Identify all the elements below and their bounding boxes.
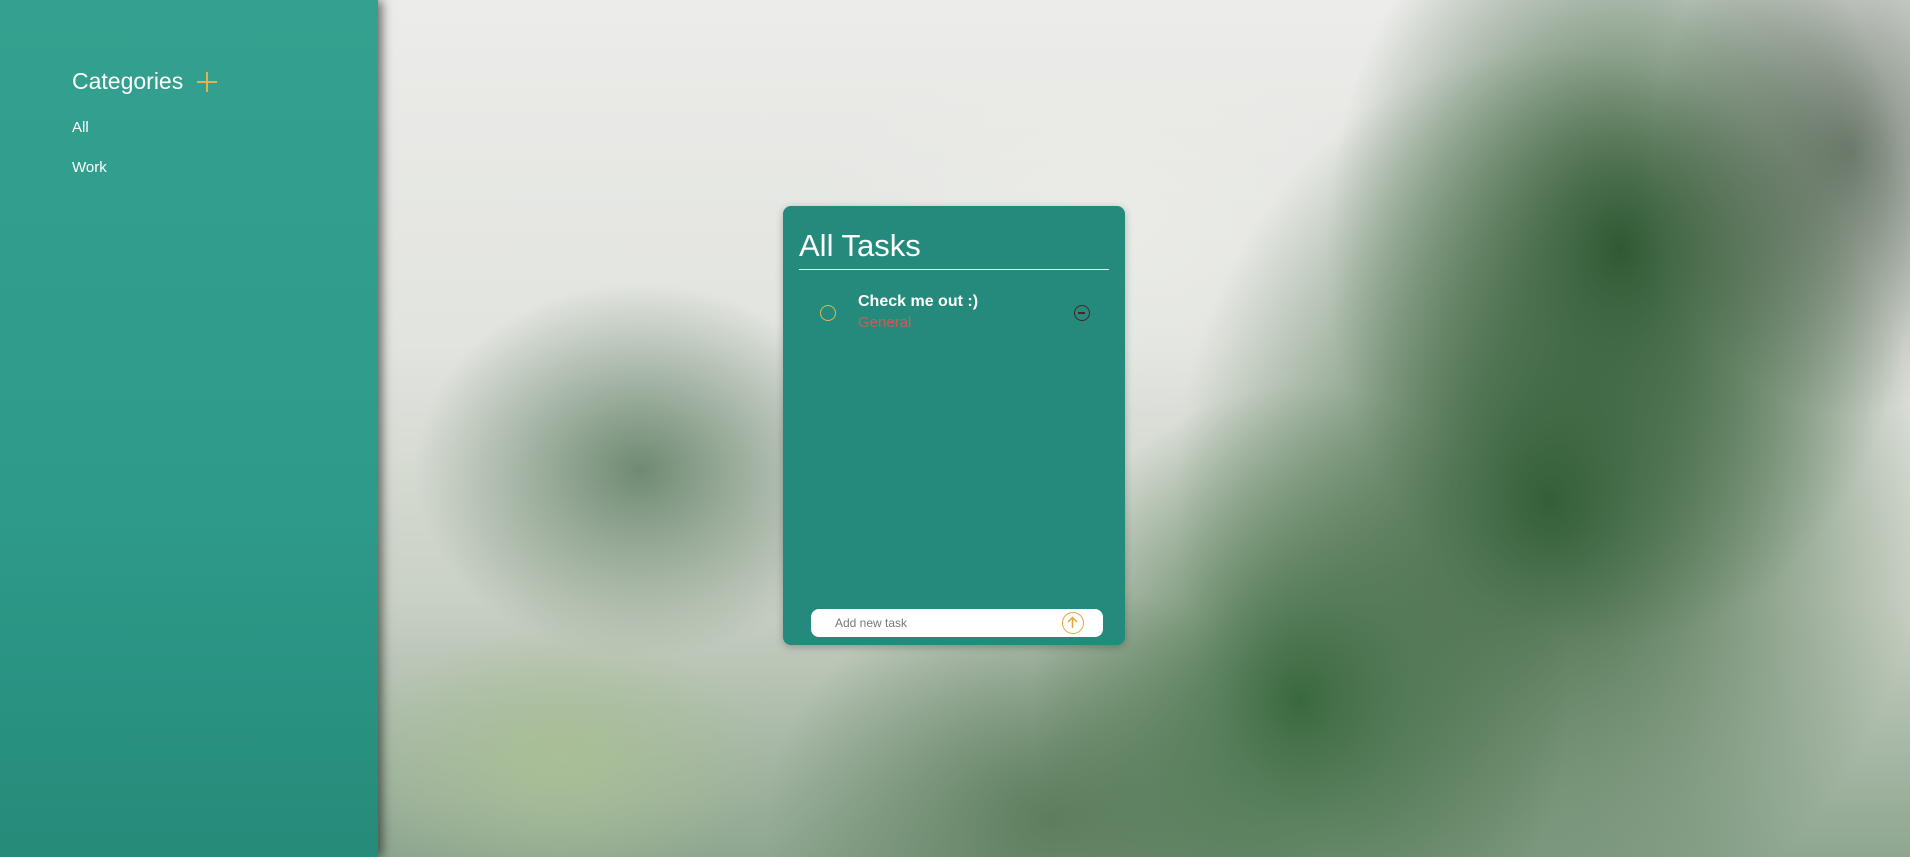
app-root: Categories All Work All Tasks Check me o… [0, 0, 1910, 857]
add-category-plus-icon[interactable] [197, 71, 218, 92]
sidebar: Categories All Work [0, 0, 378, 857]
add-task-input[interactable] [811, 609, 1061, 637]
task-item: Check me out :) General [820, 292, 1090, 336]
category-item-all[interactable]: All [72, 118, 107, 158]
category-item-work[interactable]: Work [72, 158, 107, 198]
category-list: All Work [72, 118, 107, 198]
task-text: Check me out :) [858, 293, 979, 310]
task-category: General [858, 314, 912, 331]
task-card: All Tasks Check me out :) General [783, 206, 1125, 645]
card-title: All Tasks [799, 228, 921, 263]
categories-title: Categories [72, 68, 184, 94]
arrow-up-icon [1067, 616, 1078, 628]
submit-task-button[interactable] [1062, 612, 1084, 634]
add-task-bar [811, 609, 1103, 637]
categories-header: Categories [72, 68, 218, 95]
task-complete-circle-icon[interactable] [820, 305, 836, 321]
title-divider [799, 269, 1109, 270]
remove-task-minus-icon[interactable] [1074, 305, 1090, 321]
